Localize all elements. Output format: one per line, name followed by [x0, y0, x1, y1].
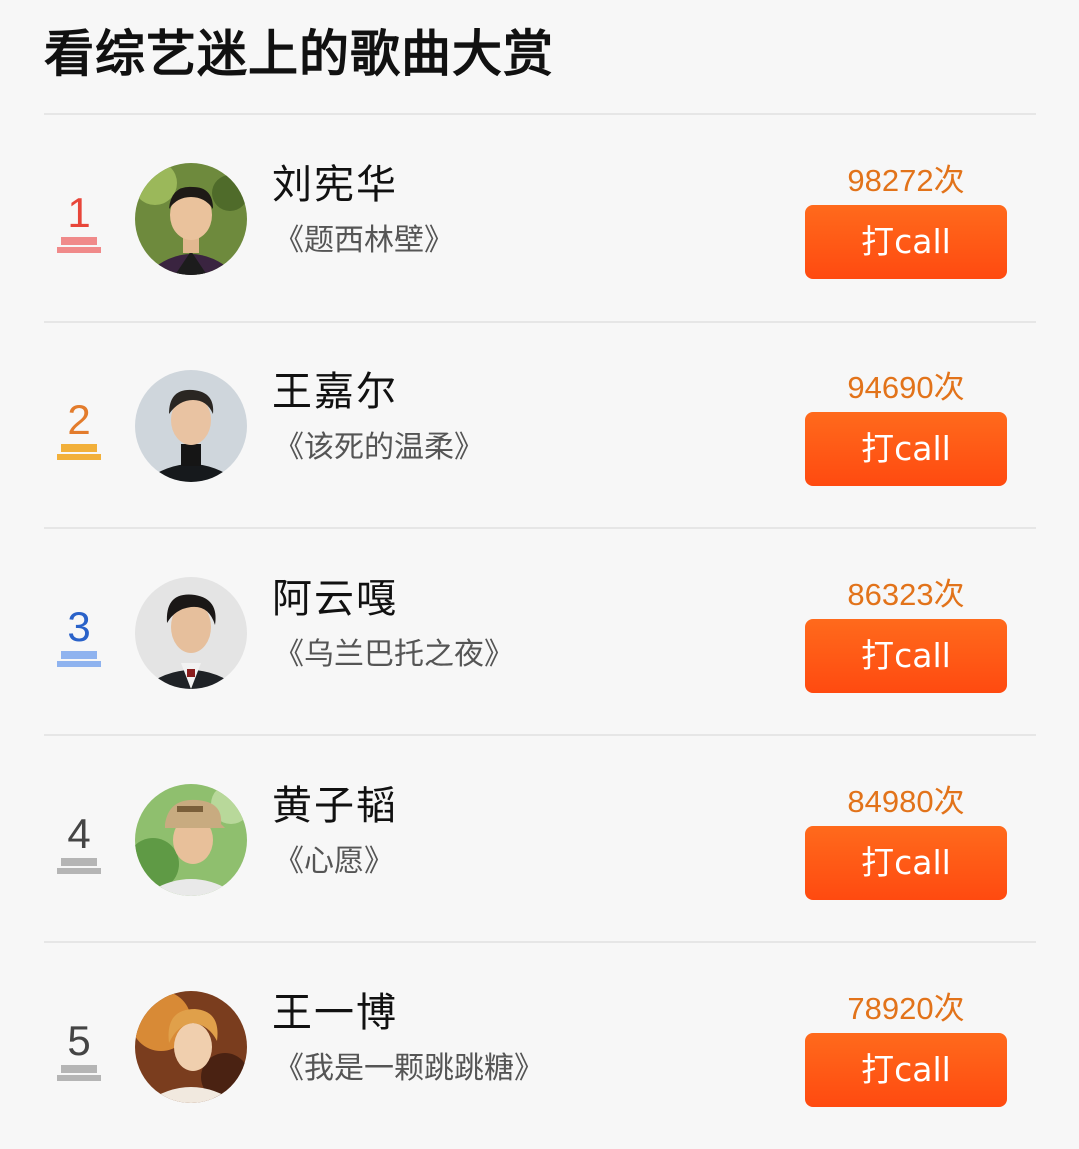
vote-count: 86323次 [847, 577, 965, 612]
song-title: 《题西林壁》 [274, 223, 454, 258]
song-title: 《该死的温柔》 [274, 430, 484, 465]
rank-number: 4 [67, 810, 91, 857]
call-button[interactable]: 打call [805, 619, 1007, 693]
rank-number: 2 [67, 396, 91, 443]
rank-number: 1 [67, 189, 91, 236]
avatar[interactable] [135, 370, 247, 482]
avatar[interactable] [135, 577, 247, 689]
list-item: 3 阿云嘎 《乌兰巴托之夜》 86323次 打call [0, 529, 1079, 735]
call-button[interactable]: 打call [805, 412, 1007, 486]
list-item: 4 黄子韬 《心愿》 84980次 打call [0, 736, 1079, 942]
list-item: 1 刘宪华 《题西林壁》 98272次 打call [0, 115, 1079, 321]
vote-count: 94690次 [847, 370, 965, 405]
rank-pedestal-icon [57, 858, 101, 882]
song-title: 《心愿》 [274, 844, 394, 879]
list-item: 5 王一博 《我是一颗跳跳糖》 78920次 打call [0, 943, 1079, 1149]
avatar[interactable] [135, 784, 247, 896]
call-button[interactable]: 打call [805, 1033, 1007, 1107]
artist-name: 阿云嘎 [272, 576, 398, 622]
rank-pedestal-icon [57, 444, 101, 468]
artist-name: 王嘉尔 [272, 369, 398, 415]
avatar[interactable] [135, 163, 247, 275]
artist-name: 黄子韬 [272, 783, 398, 829]
rank-number: 5 [67, 1017, 91, 1064]
page-title: 看综艺迷上的歌曲大赏 [44, 25, 554, 83]
avatar[interactable] [135, 991, 247, 1103]
artist-name: 王一博 [272, 990, 398, 1036]
rank-pedestal-icon [57, 1065, 101, 1089]
vote-count: 98272次 [847, 163, 965, 198]
artist-name: 刘宪华 [272, 162, 398, 208]
call-button[interactable]: 打call [805, 205, 1007, 279]
song-title: 《乌兰巴托之夜》 [274, 637, 514, 672]
rank-pedestal-icon [57, 651, 101, 675]
call-button[interactable]: 打call [805, 826, 1007, 900]
song-title: 《我是一颗跳跳糖》 [274, 1051, 544, 1086]
vote-count: 84980次 [847, 784, 965, 819]
rank-pedestal-icon [57, 237, 101, 261]
rank-number: 3 [67, 603, 91, 650]
vote-count: 78920次 [847, 991, 965, 1026]
list-item: 2 王嘉尔 《该死的温柔》 94690次 打call [0, 322, 1079, 528]
